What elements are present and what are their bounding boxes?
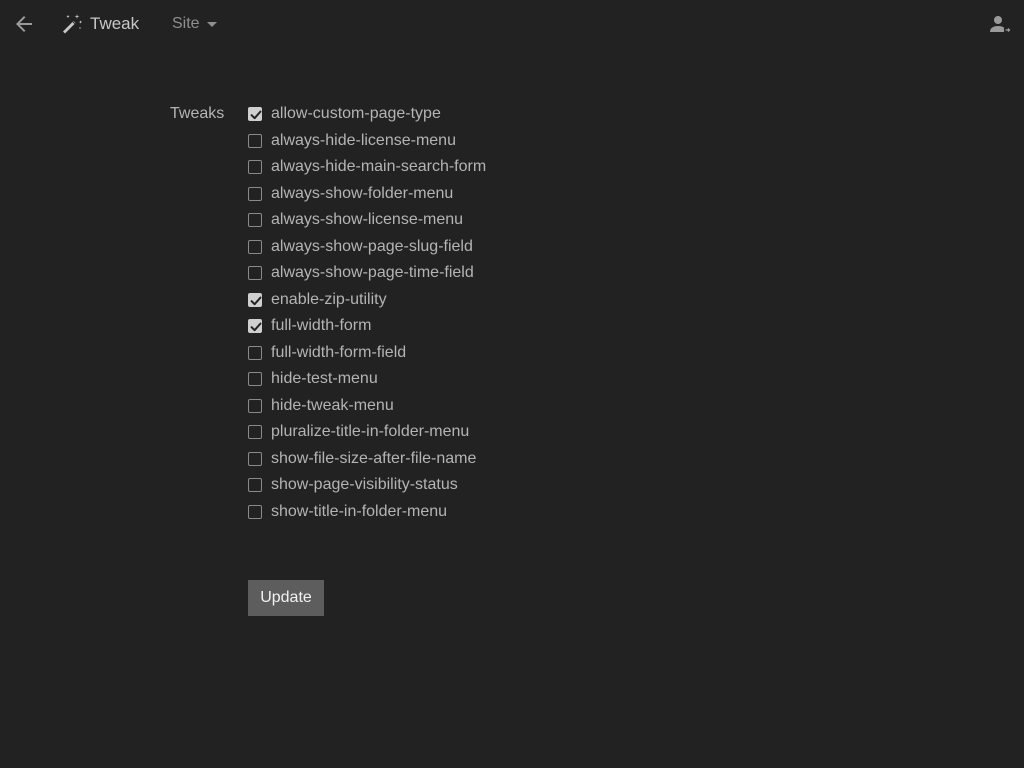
tweak-name: full-width-form <box>271 317 372 335</box>
tweak-name: show-page-visibility-status <box>271 476 458 494</box>
tweak-name: allow-custom-page-type <box>271 105 441 123</box>
tweak-name: show-file-size-after-file-name <box>271 449 477 467</box>
tweak-name: always-hide-main-search-form <box>271 158 487 176</box>
tweak-option-show-title-in-folder-menu[interactable]: show-title-in-folder-menu <box>248 499 486 526</box>
tweak-checkbox[interactable] <box>248 478 262 493</box>
checkmark-icon <box>250 110 262 120</box>
tweak-checkbox[interactable] <box>248 133 262 148</box>
tweak-option-always-show-folder-menu[interactable]: always-show-folder-menu <box>248 181 486 208</box>
tweak-checkbox[interactable] <box>248 372 262 387</box>
tweak-checkbox[interactable] <box>248 504 262 519</box>
tweak-checkbox[interactable] <box>248 451 262 466</box>
arrow-left-icon <box>16 16 32 32</box>
tweak-option-full-width-form-field[interactable]: full-width-form-field <box>248 340 486 367</box>
site-menu-label: Site <box>172 15 200 32</box>
tweak-option-enable-zip-utility[interactable]: enable-zip-utility <box>248 287 486 314</box>
tweak-name: show-title-in-folder-menu <box>271 502 448 520</box>
tweak-checkbox[interactable] <box>248 398 262 413</box>
update-button[interactable]: Update <box>248 580 324 616</box>
tweaks-label: Tweaks <box>170 105 225 122</box>
tweak-checkbox[interactable] <box>248 186 262 201</box>
tweak-checkbox[interactable] <box>248 107 262 122</box>
tweak-checkbox-list: allow-custom-page-type always-hide-licens… <box>248 101 486 525</box>
app-title: Tweak <box>90 14 140 33</box>
tweak-option-always-hide-main-search-form[interactable]: always-hide-main-search-form <box>248 154 486 181</box>
tweak-name: always-show-page-slug-field <box>271 237 473 255</box>
tweak-checkbox[interactable] <box>248 319 262 334</box>
back-button[interactable] <box>12 12 36 36</box>
tweak-name: hide-test-menu <box>271 370 378 388</box>
tweak-option-always-hide-license-menu[interactable]: always-hide-license-menu <box>248 128 486 155</box>
user-account-icon <box>990 16 1011 32</box>
tweak-name: hide-tweak-menu <box>271 396 394 414</box>
site-menu-dropdown[interactable]: Site <box>172 12 217 36</box>
tweak-name: pluralize-title-in-folder-menu <box>271 423 470 441</box>
tweak-option-show-file-size-after-file-name[interactable]: show-file-size-after-file-name <box>248 446 486 473</box>
tweak-option-always-show-page-time-field[interactable]: always-show-page-time-field <box>248 260 486 287</box>
tweak-checkbox[interactable] <box>248 345 262 360</box>
checkmark-icon <box>250 322 262 332</box>
tweak-name: always-show-page-time-field <box>271 264 474 282</box>
checkmark-icon <box>250 296 262 305</box>
top-bar: Tweak Site <box>0 0 1024 48</box>
tweak-checkbox[interactable] <box>248 213 262 228</box>
user-menu-button[interactable] <box>988 13 1012 37</box>
tweak-checkbox[interactable] <box>248 425 262 440</box>
tweak-checkbox[interactable] <box>248 266 262 281</box>
tweak-name: always-hide-license-menu <box>271 131 456 149</box>
tweak-checkbox[interactable] <box>248 292 262 307</box>
caret-down-icon <box>206 22 217 27</box>
tweak-name: full-width-form-field <box>271 343 407 361</box>
tweak-option-allow-custom-page-type[interactable]: allow-custom-page-type <box>248 101 486 128</box>
app-title-link[interactable]: Tweak <box>60 12 139 36</box>
tweak-option-always-show-license-menu[interactable]: always-show-license-menu <box>248 207 486 234</box>
tweak-option-always-show-page-slug-field[interactable]: always-show-page-slug-field <box>248 234 486 261</box>
magic-wand-icon <box>63 14 82 34</box>
tweak-name: always-show-folder-menu <box>271 184 454 202</box>
tweak-option-pluralize-title-in-folder-menu[interactable]: pluralize-title-in-folder-menu <box>248 419 486 446</box>
tweak-option-hide-tweak-menu[interactable]: hide-tweak-menu <box>248 393 486 420</box>
tweak-checkbox[interactable] <box>248 160 262 175</box>
tweak-name: always-show-license-menu <box>271 211 464 229</box>
tweak-option-show-page-visibility-status[interactable]: show-page-visibility-status <box>248 472 486 499</box>
tweak-name: enable-zip-utility <box>271 290 387 308</box>
tweak-option-full-width-form[interactable]: full-width-form <box>248 313 486 340</box>
tweak-option-hide-test-menu[interactable]: hide-test-menu <box>248 366 486 393</box>
tweak-checkbox[interactable] <box>248 239 262 254</box>
